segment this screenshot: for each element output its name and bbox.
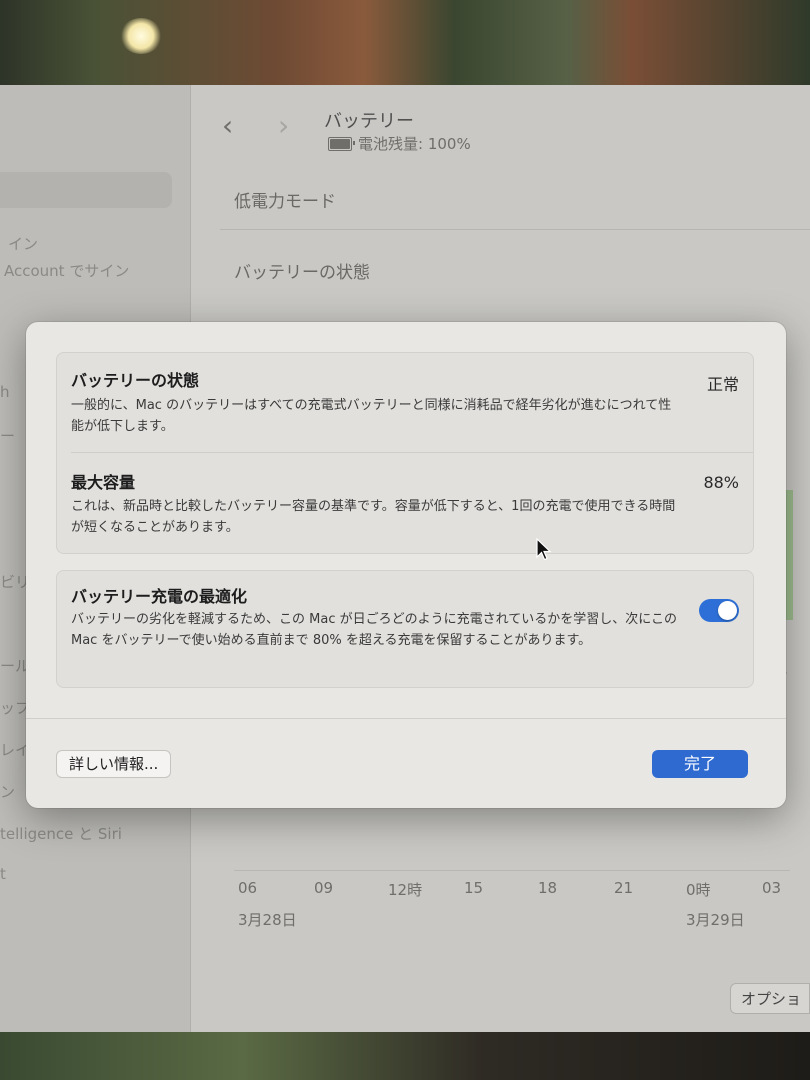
health-description: 一般的に、Mac のバッテリーはすべての充電式バッテリーと同様に消耗品で経年劣化… xyxy=(71,398,672,434)
battery-health-sheet: バッテリーの状態 正常 一般的に、Mac のバッテリーはすべての充電式バッテリー… xyxy=(26,322,786,808)
row-divider xyxy=(220,229,810,230)
date-label: 3月28日 xyxy=(238,911,297,929)
capacity-title: 最大容量 xyxy=(71,473,136,492)
x-tick-label: 18 xyxy=(538,879,558,897)
back-arrow-icon[interactable]: ‹ xyxy=(222,109,233,142)
options-button[interactable]: オプショ xyxy=(729,983,810,1014)
date-label: 3月29日 xyxy=(686,911,745,929)
optimize-charging-group: バッテリー充電の最適化 バッテリーの劣化を軽減するため、この Mac が日ごろど… xyxy=(56,570,754,688)
sidebar-item-signin[interactable]: イン xyxy=(8,233,38,254)
battery-level-text: 電池残量: 100% xyxy=(358,135,471,153)
toggle-knob xyxy=(718,601,737,620)
usage-bar xyxy=(785,490,793,620)
sidebar-item-fragment[interactable]: t xyxy=(0,865,6,883)
forward-arrow-icon[interactable]: › xyxy=(278,109,289,142)
background-photo-bottom xyxy=(0,1030,810,1080)
x-tick-label: 0時 xyxy=(686,881,711,899)
optimize-description: バッテリーの劣化を軽減するため、この Mac が日ごろどのように充電されているか… xyxy=(71,612,677,648)
x-tick-label: 06 xyxy=(238,879,258,897)
capacity-value: 88% xyxy=(703,473,739,492)
sidebar-selected-placeholder xyxy=(0,172,172,208)
x-tick-label: 21 xyxy=(614,879,634,897)
mouse-cursor-icon xyxy=(536,538,552,561)
capacity-description: これは、新品時と比較したバッテリー容量の基準です。容量が低下すると、1回の充電で… xyxy=(71,499,676,535)
battery-icon xyxy=(328,136,355,151)
background-lamp xyxy=(120,18,162,54)
battery-health-row[interactable]: バッテリーの状態 xyxy=(234,258,370,283)
health-value: 正常 xyxy=(706,375,739,394)
sidebar-item-fragment[interactable]: ン xyxy=(0,781,15,802)
page-title: バッテリー xyxy=(324,111,414,132)
x-tick-label: 09 xyxy=(314,879,334,897)
optimize-title: バッテリー充電の最適化 xyxy=(71,587,248,606)
done-button[interactable]: 完了 xyxy=(652,750,748,778)
footer-divider xyxy=(26,718,786,719)
optimize-charging-toggle[interactable] xyxy=(699,599,739,622)
battery-info-group: バッテリーの状態 正常 一般的に、Mac のバッテリーはすべての充電式バッテリー… xyxy=(56,352,754,554)
battery-level-status: 電池残量: 100% xyxy=(328,133,471,154)
x-tick-label: 15 xyxy=(464,879,484,897)
sidebar-item-account[interactable]: Account でサイン xyxy=(4,260,129,281)
background-photo-top xyxy=(0,0,810,90)
sidebar-item-siri[interactable]: telligence と Siri xyxy=(0,823,122,844)
x-tick-label: 12時 xyxy=(388,881,423,899)
sidebar-item-fragment[interactable]: ー xyxy=(0,425,15,446)
low-power-mode-label[interactable]: 低電力モード xyxy=(234,187,336,212)
x-tick-label: 03 xyxy=(762,879,782,897)
chart-baseline xyxy=(234,870,790,871)
health-title: バッテリーの状態 xyxy=(71,371,200,390)
group-divider xyxy=(71,452,753,453)
more-info-button[interactable]: 詳しい情報... xyxy=(56,750,172,778)
sidebar-item-fragment[interactable]: h xyxy=(0,383,10,401)
